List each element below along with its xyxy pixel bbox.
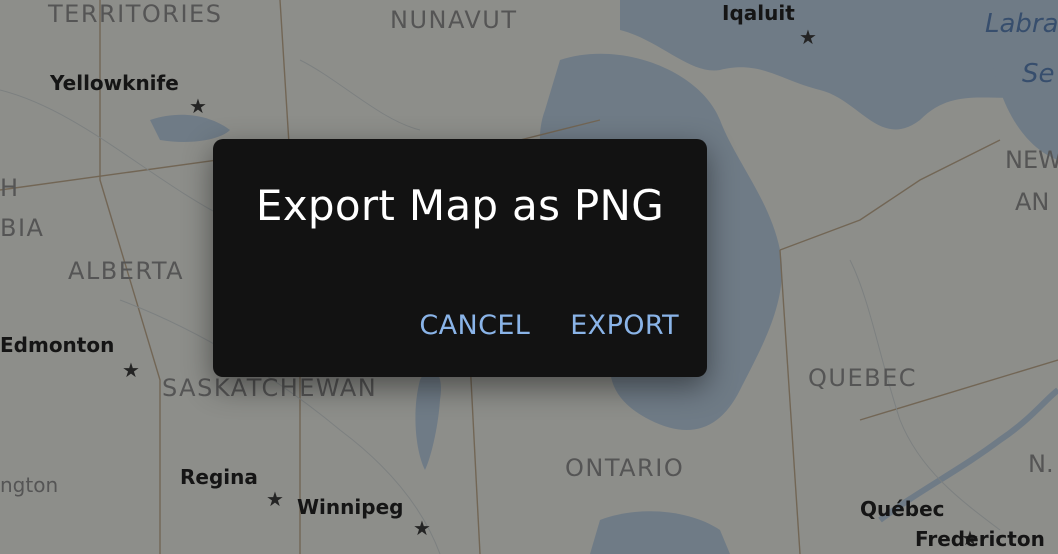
label-quebec-city: Québec (860, 497, 945, 521)
label-sea: Se (1022, 59, 1055, 89)
cancel-button[interactable]: CANCEL (417, 304, 532, 347)
label-edmonton: Edmonton (0, 333, 114, 357)
label-regina: Regina (180, 465, 258, 489)
label-new2: AN (1015, 188, 1049, 216)
label-fredericton: Fredericton (915, 527, 1045, 551)
dialog-title: Export Map as PNG (255, 181, 665, 230)
label-bc-bia: BIA (0, 214, 44, 242)
export-dialog: Export Map as PNG CANCEL EXPORT (213, 139, 707, 377)
capital-star-icon: ★ (266, 489, 284, 511)
label-alberta: ALBERTA (68, 257, 184, 285)
label-ontario: ONTARIO (565, 454, 684, 482)
label-quebec-province: QUEBEC (808, 364, 917, 392)
capital-star-icon: ★ (122, 360, 140, 382)
label-yellowknife: Yellowknife (49, 71, 179, 95)
label-new1: NEW (1005, 146, 1058, 174)
label-territories: TERRITORIES (47, 0, 222, 28)
capital-star-icon: ★ (413, 518, 431, 540)
label-iqaluit: Iqaluit (722, 1, 795, 25)
label-bc-h: H (0, 174, 18, 202)
label-ns: N. (1028, 450, 1054, 478)
dialog-actions: CANCEL EXPORT (417, 304, 681, 347)
label-winnipeg: Winnipeg (297, 495, 403, 519)
label-washington: ngton (0, 473, 58, 497)
export-button[interactable]: EXPORT (568, 304, 681, 347)
label-labrador: Labra (985, 9, 1058, 39)
capital-star-icon: ★ (799, 27, 817, 49)
capital-star-icon: ★ (189, 96, 207, 118)
label-nunavut: NUNAVUT (390, 6, 518, 34)
label-saskatchewan: SASKATCHEWAN (162, 374, 377, 402)
